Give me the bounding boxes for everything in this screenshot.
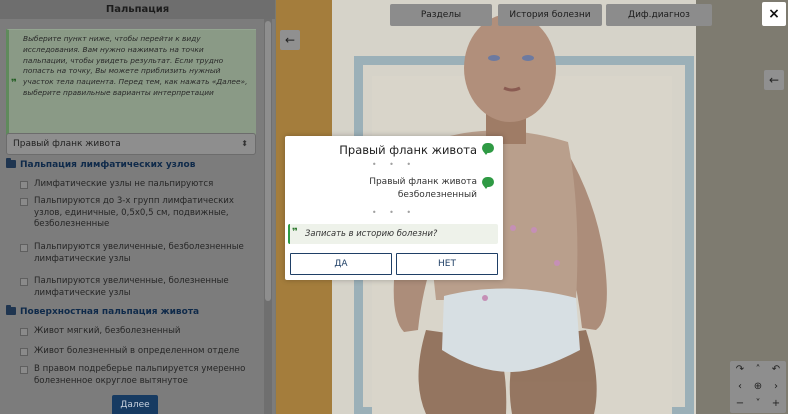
center-view-icon[interactable]: ⊕ (750, 379, 766, 395)
section-select-value: Правый фланк живота (13, 139, 121, 149)
zoom-in-icon[interactable]: + (768, 396, 784, 412)
panel-scrollbar[interactable] (264, 19, 272, 414)
record-question-text: Записать в историю болезни? (305, 228, 438, 238)
checkbox[interactable] (20, 366, 28, 374)
separator-dots: • • • (371, 160, 417, 169)
zoom-out-icon[interactable]: − (732, 396, 748, 412)
separator-dots: • • • (371, 208, 417, 217)
instruction-box: ❞ Выберите пункт ниже, чтобы перейти к в… (6, 29, 256, 139)
pan-left-icon[interactable]: ‹ (732, 379, 748, 395)
pan-right-icon[interactable]: › (768, 379, 784, 395)
checkbox[interactable] (20, 181, 28, 189)
chat-bubble-icon (482, 143, 494, 155)
palpation-point[interactable] (531, 227, 537, 233)
option-abdomen-1[interactable]: Живот болезненный в определенном отделе (20, 346, 258, 358)
arrow-left-icon-right[interactable]: ← (764, 70, 784, 90)
checkbox[interactable] (20, 244, 28, 252)
close-icon[interactable]: × (762, 2, 786, 26)
quote-icon: ❞ (11, 78, 17, 89)
option-label: Живот мягкий, безболезненный (34, 326, 181, 336)
next-button[interactable]: Далее (112, 395, 158, 414)
checkbox[interactable] (20, 198, 28, 206)
palpation-result-dialog: Правый фланк живота • • • Правый фланк ж… (285, 136, 503, 280)
option-lymph-2[interactable]: Пальпируются увеличенные, безболезненные… (20, 242, 258, 265)
quote-icon: ❞ (292, 227, 298, 238)
group-title: Поверхностная пальпация живота (20, 307, 200, 317)
patient-head (464, 14, 556, 122)
option-abdomen-0[interactable]: Живот мягкий, безболезненный (20, 326, 258, 338)
option-lymph-0[interactable]: Лимфатические узлы не пальпируются (20, 179, 258, 191)
group-title: Пальпация лимфатических узлов (20, 160, 196, 170)
tab-differential-diagnosis[interactable]: Диф.диагноз (606, 4, 712, 26)
checkbox[interactable] (20, 348, 28, 356)
section-select[interactable]: Правый фланк живота ⬍ (6, 133, 256, 155)
option-label: Пальпируются увеличенные, безболезненные… (34, 242, 244, 264)
option-label: Пальпируются до 3-х групп лимфатических … (34, 196, 234, 229)
palpation-panel: Пальпация ❞ Выберите пункт ниже, чтобы п… (0, 0, 275, 414)
panel-title: Пальпация (0, 0, 275, 19)
rotate-right-icon[interactable]: ↷ (732, 362, 748, 378)
camera-controls: ↷ ˄ ↶ ‹ ⊕ › − ˅ + (730, 361, 786, 413)
palpation-point[interactable] (554, 260, 560, 266)
folder-icon (6, 158, 16, 168)
folder-icon (6, 305, 16, 315)
select-arrows-icon: ⬍ (241, 139, 248, 148)
option-label: Живот болезненный в определенном отделе (34, 346, 240, 356)
checkbox[interactable] (20, 328, 28, 336)
record-question: ❞ Записать в историю болезни? (288, 224, 498, 244)
pan-up-icon[interactable]: ˄ (750, 362, 766, 378)
dialog-result: Правый фланк живота безболезненный (369, 177, 477, 200)
option-abdomen-2[interactable]: В правом подреберье пальпируется умеренн… (20, 364, 258, 387)
group-abdomen: Поверхностная пальпация живота (6, 305, 200, 317)
palpation-point[interactable] (482, 295, 488, 301)
instruction-text: Выберите пункт ниже, чтобы перейти к вид… (23, 34, 248, 97)
pan-down-icon[interactable]: ˅ (750, 396, 766, 412)
tab-sections[interactable]: Разделы (390, 4, 492, 26)
yes-button[interactable]: ДА (290, 253, 392, 275)
option-label: В правом подреберье пальпируется умеренн… (34, 364, 246, 386)
option-lymph-1[interactable]: Пальпируются до 3-х групп лимфатических … (20, 196, 258, 231)
diaper (442, 288, 580, 372)
tab-medical-history[interactable]: История болезни (498, 4, 602, 26)
dialog-title: Правый фланк живота (339, 143, 477, 157)
option-label: Лимфатические узлы не пальпируются (34, 179, 214, 189)
chat-bubble-icon (482, 177, 494, 189)
rotate-left-icon[interactable]: ↶ (768, 362, 784, 378)
panel-body: ❞ Выберите пункт ниже, чтобы перейти к в… (0, 19, 264, 414)
checkbox[interactable] (20, 278, 28, 286)
option-lymph-3[interactable]: Пальпируются увеличенные, болезненные ли… (20, 276, 258, 299)
arrow-left-icon[interactable]: ← (280, 30, 300, 50)
option-label: Пальпируются увеличенные, болезненные ли… (34, 276, 229, 298)
scrollbar-thumb[interactable] (265, 21, 271, 301)
no-button[interactable]: НЕТ (396, 253, 498, 275)
group-lymph-nodes: Пальпация лимфатических узлов (6, 158, 196, 170)
palpation-point[interactable] (510, 225, 516, 231)
